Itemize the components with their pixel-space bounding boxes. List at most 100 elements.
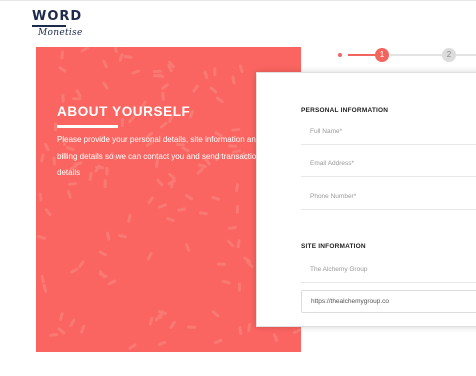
sprinkle-shape xyxy=(52,156,57,166)
sprinkle-shape xyxy=(127,213,132,223)
sprinkle-shape xyxy=(120,118,125,128)
sprinkle-shape xyxy=(226,239,235,248)
phone-placeholder: Phone Number* xyxy=(310,193,357,200)
sprinkle-shape xyxy=(185,243,191,252)
sprinkle-shape xyxy=(292,328,301,335)
step-start-dot xyxy=(338,53,342,57)
sprinkle-shape xyxy=(102,81,109,90)
sprinkle-shape xyxy=(237,282,241,292)
full-name-field[interactable]: Full Name* xyxy=(301,121,476,145)
sprinkle-shape xyxy=(147,196,154,205)
sprinkle-shape xyxy=(184,194,194,201)
sprinkle-shape xyxy=(238,326,243,335)
sprinkle-shape xyxy=(58,66,67,73)
sprinkle-shape xyxy=(72,97,82,101)
sprinkle-shape xyxy=(166,217,175,223)
sprinkle-shape xyxy=(159,121,168,129)
sprinkle-shape xyxy=(238,64,244,74)
phone-field[interactable]: Phone Number* xyxy=(301,186,476,210)
email-field[interactable]: Email Address* xyxy=(301,153,476,177)
site-url-field[interactable]: https://thealchemygroup.co xyxy=(301,290,476,313)
sprinkle-shape xyxy=(177,207,187,212)
step-line-pending xyxy=(390,54,476,56)
sprinkle-shape xyxy=(42,283,48,293)
sprinkle-shape xyxy=(78,260,85,269)
sprinkle-shape xyxy=(107,279,117,286)
about-title: ABOUT YOURSELF xyxy=(57,104,191,119)
site-url-value: https://thealchemygroup.co xyxy=(311,298,390,305)
step-1[interactable]: 1 xyxy=(375,48,389,62)
sprinkle-shape xyxy=(131,69,141,75)
sprinkle-shape xyxy=(157,340,167,347)
sprinkle-shape xyxy=(211,310,220,318)
sprinkle-shape xyxy=(37,235,46,240)
progress-stepper: 1 2 xyxy=(338,46,476,64)
sprinkle-shape xyxy=(80,324,86,334)
sprinkle-shape xyxy=(44,208,52,217)
logo-script-text: Monetise xyxy=(38,28,83,38)
sprinkle-shape xyxy=(152,74,162,78)
sprinkle-shape xyxy=(61,93,65,103)
sprinkle-shape xyxy=(203,70,209,80)
sprinkle-shape xyxy=(58,312,64,321)
sprinkle-shape xyxy=(231,75,236,85)
sprinkle-shape xyxy=(215,96,224,104)
form-card: PERSONAL INFORMATION Full Name* Email Ad… xyxy=(256,72,476,327)
full-name-placeholder: Full Name* xyxy=(310,128,343,135)
sprinkle-shape xyxy=(57,327,66,335)
sprinkle-shape xyxy=(146,251,153,261)
sprinkle-shape xyxy=(152,69,162,74)
sprinkle-shape xyxy=(187,325,197,329)
word-monetise-logo[interactable]: WORD Monetise xyxy=(32,9,83,44)
sprinkle-shape xyxy=(67,189,72,199)
sprinkle-shape xyxy=(40,274,45,284)
sprinkle-shape xyxy=(68,182,77,186)
site-name-value: The Alchemy Group xyxy=(310,266,368,273)
sprinkle-shape xyxy=(40,153,45,163)
step-2[interactable]: 2 xyxy=(442,48,456,62)
sprinkle-shape xyxy=(272,333,279,342)
sprinkle-shape xyxy=(227,226,237,230)
sprinkle-shape xyxy=(192,84,199,93)
sprinkle-shape xyxy=(80,47,89,53)
sprinkle-shape xyxy=(213,67,217,77)
sprinkle-shape xyxy=(49,333,59,337)
sprinkle-shape xyxy=(247,323,252,332)
sprinkle-shape xyxy=(221,279,231,285)
logo-underline xyxy=(32,25,66,27)
sprinkle-shape xyxy=(158,203,167,209)
sprinkle-shape xyxy=(123,54,133,59)
sprinkle-shape xyxy=(198,211,208,216)
sprinkle-shape xyxy=(102,59,108,69)
about-description: Please provide your personal details, si… xyxy=(57,135,261,177)
sprinkle-shape xyxy=(211,196,221,201)
sprinkle-shape xyxy=(209,86,218,94)
sprinkle-shape xyxy=(113,47,118,53)
site-name-field[interactable]: The Alchemy Group xyxy=(301,259,476,283)
sprinkle-shape xyxy=(75,89,82,98)
sprinkle-shape xyxy=(235,204,240,214)
sprinkle-shape xyxy=(216,262,226,266)
sprinkle-shape xyxy=(38,192,43,202)
sprinkle-shape xyxy=(69,318,76,327)
sprinkle-shape xyxy=(118,53,124,62)
sprinkle-shape xyxy=(236,239,241,249)
sprinkle-shape xyxy=(160,83,169,91)
sprinkle-shape xyxy=(106,231,111,241)
sprinkle-shape xyxy=(98,250,107,257)
sprinkle-shape xyxy=(169,320,176,329)
logo-word-text: WORD xyxy=(32,9,83,24)
sprinkle-shape xyxy=(70,267,79,274)
sprinkle-shape xyxy=(235,183,239,193)
sprinkle-shape xyxy=(161,91,165,101)
sprinkle-shape xyxy=(44,143,50,152)
sprinkle-shape xyxy=(128,343,137,350)
sprinkle-shape xyxy=(148,316,154,326)
site-info-heading: SITE INFORMATION xyxy=(301,243,366,250)
sprinkle-shape xyxy=(213,338,223,345)
about-title-underline xyxy=(57,125,118,128)
personal-info-heading: PERSONAL INFORMATION xyxy=(301,107,389,114)
email-placeholder: Email Address* xyxy=(310,160,355,167)
sprinkle-shape xyxy=(118,234,128,239)
sprinkle-shape xyxy=(60,50,64,60)
